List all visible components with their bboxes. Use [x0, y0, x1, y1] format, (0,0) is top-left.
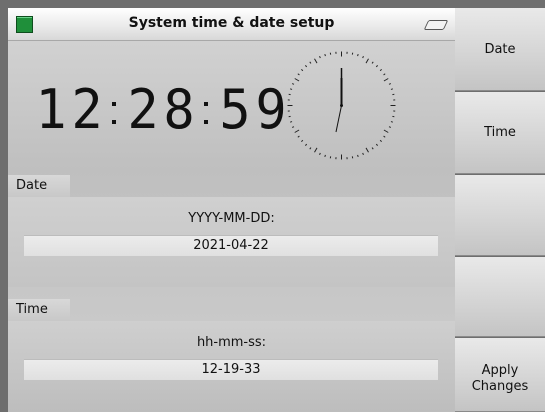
digital-clock: 1 2 2 8 5 9 — [32, 78, 288, 142]
clock-tick — [314, 58, 318, 64]
clock-minute-tens: 2 — [127, 78, 158, 142]
clock-second-ones: 9 — [255, 78, 286, 142]
clock-tick — [291, 126, 295, 128]
clock-minute-ones: 8 — [163, 78, 194, 142]
clock-tick — [362, 152, 364, 156]
clock-tick — [388, 126, 392, 128]
clock-tick — [291, 83, 295, 85]
clock-tick — [309, 61, 312, 64]
analog-clock-icon — [287, 51, 396, 160]
apply-changes-softkey[interactable]: Apply Changes — [455, 338, 545, 412]
clock-tick — [304, 143, 308, 146]
clock-tick — [301, 139, 304, 143]
clock-tick — [324, 154, 326, 158]
clock-tick — [357, 154, 359, 158]
clock-colon — [104, 80, 124, 140]
clock-tick — [294, 78, 300, 82]
time-softkey[interactable]: Time — [455, 92, 545, 174]
clock-tick — [304, 65, 308, 68]
blank-softkey-4[interactable] — [455, 257, 545, 337]
clock-hour-ones: 2 — [71, 78, 102, 142]
date-softkey[interactable]: Date — [455, 8, 545, 91]
clock-tick — [294, 129, 300, 133]
date-panel: YYYY-MM-DD: 2021-04-22 — [8, 197, 455, 287]
blank-softkey-3[interactable] — [455, 175, 545, 256]
clock-tick — [390, 88, 394, 90]
clock-tick — [388, 83, 392, 85]
clock-tick — [379, 139, 382, 143]
date-section-label: Date — [8, 175, 70, 197]
time-panel: hh-mm-ss: 12-19-33 — [8, 321, 455, 412]
clock-tick — [314, 147, 318, 153]
clock-hour-tens: 1 — [35, 78, 66, 142]
date-format-label: YYYY-MM-DD: — [188, 211, 275, 226]
clock-tick — [365, 147, 369, 153]
time-format-label: hh-mm-ss: — [196, 335, 267, 350]
clock-tick — [319, 152, 321, 156]
time-input[interactable]: 12-19-33 — [24, 359, 438, 380]
clock-tick — [383, 129, 389, 133]
clock-tick — [309, 147, 312, 150]
clock-tick — [371, 147, 374, 150]
clock-second-tens: 5 — [219, 78, 250, 142]
clock-tick — [319, 55, 321, 59]
clock-tick — [357, 53, 359, 57]
clock-tick — [362, 55, 364, 59]
window-title: System time & date setup — [128, 15, 335, 31]
clock-tick — [324, 53, 326, 57]
clock-tick — [289, 88, 293, 90]
clock-tick — [365, 58, 369, 64]
clock-tick — [379, 68, 382, 72]
date-input[interactable]: 2021-04-22 — [24, 235, 438, 256]
clock-tick — [383, 135, 386, 138]
clock-tick — [383, 73, 386, 76]
title-bar: System time & date setup — [8, 8, 455, 41]
clock-colon — [196, 80, 216, 140]
clock-tick — [289, 121, 293, 123]
clock-second-hand — [335, 105, 342, 133]
clock-tick — [297, 135, 300, 138]
clock-tick — [375, 143, 379, 146]
clock-tick — [375, 65, 379, 68]
time-section-label: Time — [8, 299, 70, 321]
clock-tick — [297, 73, 300, 76]
clock-tick — [371, 61, 374, 64]
softkey-panel: Date Time Apply Changes — [455, 8, 545, 412]
main-panel: System time & date setup 1 2 2 8 5 9 Dat… — [8, 8, 455, 412]
clock-tick — [301, 68, 304, 72]
clock-tick — [390, 121, 394, 123]
clock-tick — [383, 78, 389, 82]
